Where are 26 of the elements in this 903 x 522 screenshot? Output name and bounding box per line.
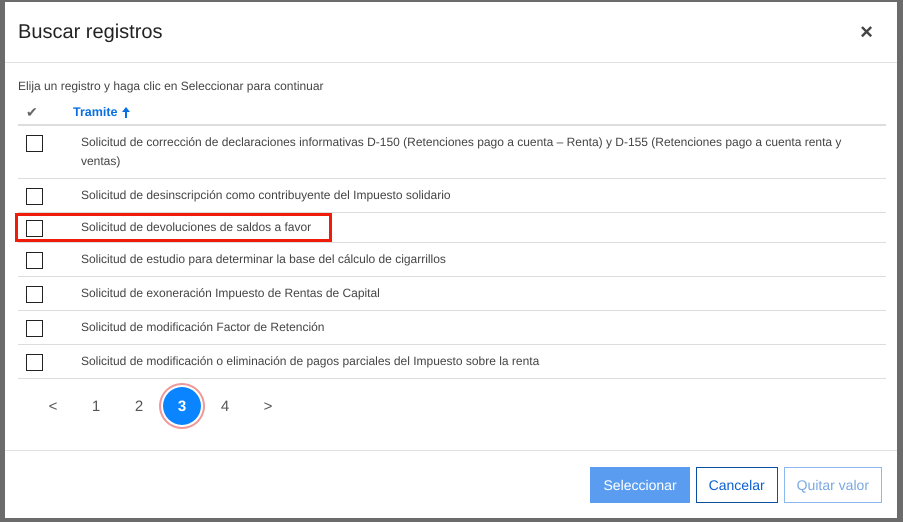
previous-page-button[interactable]: <: [34, 387, 72, 425]
table-cell-text: Solicitud de exoneración Impuesto de Rentas de Capital: [81, 285, 381, 302]
page-button[interactable]: 2: [120, 387, 158, 425]
close-button[interactable]: ×: [856, 19, 877, 45]
cancel-button[interactable]: Cancelar: [696, 466, 778, 502]
row-checkbox[interactable]: [26, 188, 43, 205]
table-cell-text: Solicitud de estudio para determinar la base del cálculo de cigarrillos: [81, 251, 447, 268]
table-cell-text: Solicitud de modificación o eliminación de pagos parciales del Impuesto sobre la renta: [81, 353, 540, 370]
row-checkbox[interactable]: [26, 220, 43, 237]
row-checkbox[interactable]: [26, 135, 43, 152]
table-cell-text: Solicitud de corrección de declaraciones informativas D-150 (Retenciones pago a cuenta – Renta) y D-155 (Retenciones pago a cuenta renta y ventas): [81, 134, 842, 170]
instructions-text: Elija un registro y haga clic en Seleccionar para continuar: [18, 79, 325, 93]
column-header[interactable]: Tramite: [73, 105, 132, 119]
row-checkbox[interactable]: [26, 286, 43, 303]
table-cell-text: Solicitud de desinscripción como contribuyente del Impuesto solidario: [81, 187, 452, 204]
page-button[interactable]: 1: [77, 387, 115, 425]
dialog-title: Buscar registros: [18, 20, 162, 44]
next-page-button[interactable]: >: [249, 387, 287, 425]
row-checkbox[interactable]: [26, 320, 43, 337]
page-button[interactable]: 4: [206, 387, 244, 425]
row-checkbox[interactable]: [26, 252, 43, 269]
table-cell-text: Solicitud de devoluciones de saldos a favor: [81, 219, 312, 236]
table-cell-text: Solicitud de modificación Factor de Retención: [81, 319, 326, 336]
check-column-icon: ✔: [18, 104, 73, 120]
page-button[interactable]: 3: [163, 387, 201, 425]
row-checkbox[interactable]: [26, 354, 43, 371]
